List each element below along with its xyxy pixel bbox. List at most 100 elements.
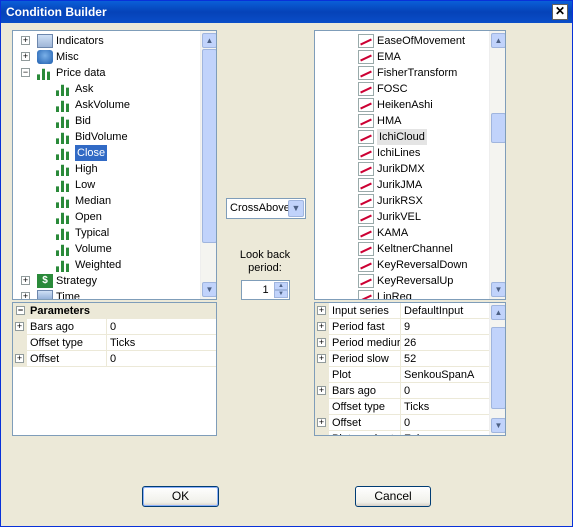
indicator-label: EMA — [377, 51, 401, 63]
scroll-up-icon[interactable]: ▲ — [491, 33, 505, 48]
property-row[interactable]: + Input series DefaultInput — [315, 303, 489, 319]
indicator-item[interactable]: HMA — [315, 113, 488, 129]
expand-icon[interactable]: + — [317, 338, 326, 347]
property-value[interactable]: 26 — [401, 335, 489, 351]
expand-icon[interactable]: + — [15, 322, 24, 331]
bar-chart-icon — [56, 164, 69, 176]
property-row[interactable]: Offset type Ticks — [13, 335, 216, 351]
property-value[interactable]: Ticks — [401, 399, 489, 415]
collapse-icon[interactable]: − — [16, 306, 25, 315]
property-value[interactable]: 0 — [401, 383, 489, 399]
tree-item[interactable]: Ask — [13, 81, 199, 97]
property-value[interactable]: 0 — [107, 319, 216, 335]
tree-item[interactable]: + Indicators — [13, 33, 199, 49]
close-icon[interactable]: ✕ — [552, 4, 568, 20]
indicator-item[interactable]: KeltnerChannel — [315, 241, 488, 257]
property-row[interactable]: + Offset 0 — [13, 351, 216, 367]
indicator-item[interactable]: EMA — [315, 49, 488, 65]
tree-item[interactable]: BidVolume — [13, 129, 199, 145]
indicator-item[interactable]: JurikJMA — [315, 177, 488, 193]
left-tree-scrollbar[interactable]: ▲ ▼ — [200, 31, 216, 299]
property-value[interactable]: SenkouSpanA — [401, 367, 489, 383]
tree-item[interactable]: + $ Strategy — [13, 273, 199, 289]
scroll-up-icon[interactable]: ▲ — [491, 305, 505, 320]
indicator-item[interactable]: FisherTransform — [315, 65, 488, 81]
property-value[interactable]: 0 — [401, 415, 489, 431]
expand-icon[interactable]: + — [15, 354, 24, 363]
right-tree-scrollbar[interactable]: ▲ ▼ — [489, 31, 505, 299]
property-row[interactable]: Plot SenkouSpanA — [315, 367, 489, 383]
scroll-down-icon[interactable]: ▼ — [491, 282, 505, 297]
tree-item[interactable]: − Price data — [13, 65, 199, 81]
operator-select[interactable]: CrossAbove ▼ — [226, 198, 306, 219]
indicators-icon — [37, 34, 53, 48]
indicator-item[interactable]: JurikRSX — [315, 193, 488, 209]
expand-icon[interactable]: + — [317, 418, 326, 427]
parameters-header-row[interactable]: − Parameters — [13, 303, 216, 319]
indicator-item[interactable]: KeyReversalUp — [315, 273, 488, 289]
collapse-icon[interactable]: − — [21, 68, 30, 77]
expand-icon[interactable]: + — [317, 322, 326, 331]
property-value[interactable]: 9 — [401, 319, 489, 335]
property-value[interactable]: False — [401, 431, 489, 435]
tree-item[interactable]: Bid — [13, 113, 199, 129]
indicator-item[interactable]: EaseOfMovement — [315, 33, 488, 49]
expand-icon[interactable]: + — [21, 276, 30, 285]
tree-item[interactable]: AskVolume — [13, 97, 199, 113]
chevron-down-icon[interactable]: ▼ — [288, 200, 304, 217]
expand-icon[interactable]: + — [21, 52, 30, 61]
property-row[interactable]: + Bars ago 0 — [13, 319, 216, 335]
cancel-button[interactable]: Cancel — [355, 486, 431, 507]
tree-item[interactable]: Low — [13, 177, 199, 193]
scroll-up-icon[interactable]: ▲ — [202, 33, 216, 48]
tree-item[interactable]: + Misc — [13, 49, 199, 65]
indicator-item[interactable]: KeyReversalDown — [315, 257, 488, 273]
expand-icon[interactable]: + — [317, 354, 326, 363]
indicator-item[interactable]: IchiCloud — [315, 129, 488, 145]
tree-item[interactable]: Typical — [13, 225, 199, 241]
tree-item[interactable]: + Time — [13, 289, 199, 299]
scroll-thumb[interactable] — [491, 327, 505, 409]
scroll-down-icon[interactable]: ▼ — [202, 282, 216, 297]
lookback-spinner[interactable]: 1 ▲ ▼ — [241, 280, 290, 300]
indicator-item[interactable]: FOSC — [315, 81, 488, 97]
indicator-item[interactable]: JurikVEL — [315, 209, 488, 225]
property-row[interactable]: + Period fast 9 — [315, 319, 489, 335]
scroll-thumb[interactable] — [491, 113, 505, 143]
property-row[interactable]: + Offset 0 — [315, 415, 489, 431]
expand-icon[interactable]: + — [317, 386, 326, 395]
indicator-item[interactable]: IchiLines — [315, 145, 488, 161]
indicator-item[interactable]: LinReg — [315, 289, 488, 299]
property-value[interactable]: 0 — [107, 351, 216, 367]
line-chart-icon — [358, 146, 374, 160]
indicator-item[interactable]: JurikDMX — [315, 161, 488, 177]
ok-button[interactable]: OK — [142, 486, 219, 507]
expand-icon[interactable]: + — [21, 292, 30, 299]
expand-icon[interactable]: + — [317, 306, 326, 315]
tree-item[interactable]: Median — [13, 193, 199, 209]
spin-up-icon[interactable]: ▲ — [274, 282, 288, 290]
scroll-thumb[interactable] — [202, 49, 216, 243]
expand-icon[interactable]: + — [21, 36, 30, 45]
left-input-tree[interactable]: + Indicators + Misc − Price data Ask AskVolume B… — [12, 30, 217, 300]
property-row[interactable]: Offset type Ticks — [315, 399, 489, 415]
property-row[interactable]: + Period mediur 26 — [315, 335, 489, 351]
tree-item[interactable]: Close — [13, 145, 199, 161]
property-value[interactable]: Ticks — [107, 335, 216, 351]
property-row[interactable]: + Bars ago 0 — [315, 383, 489, 399]
property-value[interactable]: DefaultInput — [401, 303, 489, 319]
property-value[interactable]: 52 — [401, 351, 489, 367]
right-input-tree[interactable]: EaseOfMovement EMA FisherTransform FOSC Heik… — [314, 30, 506, 300]
scroll-down-icon[interactable]: ▼ — [491, 418, 505, 433]
tree-item[interactable]: Weighted — [13, 257, 199, 273]
spin-down-icon[interactable]: ▼ — [274, 290, 288, 298]
tree-item[interactable]: Volume — [13, 241, 199, 257]
property-row[interactable]: + Period slow 52 — [315, 351, 489, 367]
indicator-item[interactable]: HeikenAshi — [315, 97, 488, 113]
tree-item[interactable]: Open — [13, 209, 199, 225]
right-grid-scrollbar[interactable]: ▲ ▼ — [489, 303, 505, 435]
tree-item[interactable]: High — [13, 161, 199, 177]
indicator-item[interactable]: KAMA — [315, 225, 488, 241]
lookback-value[interactable]: 1 — [262, 284, 268, 296]
property-row[interactable]: Plot on chartFalse — [315, 431, 489, 435]
